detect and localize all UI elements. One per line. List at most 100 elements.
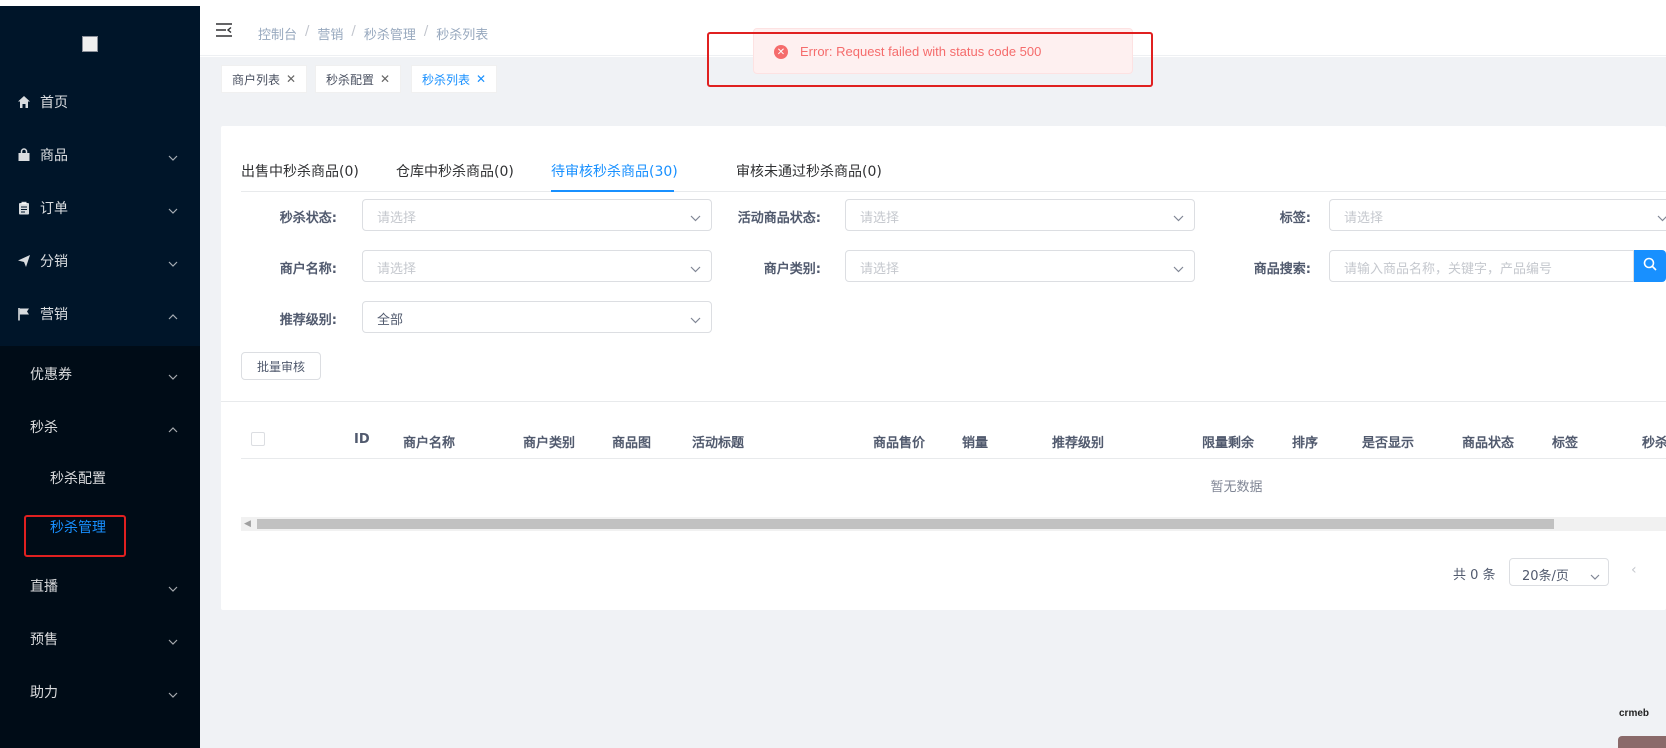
sidebar-item-presale[interactable]: 预售 [0,611,200,667]
tag-label: 秒杀列表 [422,72,471,87]
tab-pending-review[interactable]: 待审核秒杀商品(30) [551,161,678,181]
sidebar-item-live[interactable]: 直播 [0,558,200,614]
tag-merchant-list[interactable]: 商户列表 ✕ [221,65,308,93]
tag-label: 标签: [1279,211,1311,226]
sidebar-item-distribution[interactable]: 分销 [0,233,200,289]
product-search-input[interactable]: 请输入商品名称，关键字，产品编号 [1329,250,1634,282]
select-all-checkbox[interactable] [251,432,265,446]
table-header: ID 商户名称 商户类别 商品图 活动标题 商品售价 销量 推荐级别 限量剩余 … [241,419,1666,459]
tag-seckill-list[interactable]: 秒杀列表 ✕ [411,65,498,93]
column-header: 商户名称 [403,436,456,451]
chevron-down-icon [1590,569,1600,584]
search-button[interactable] [1634,250,1666,282]
bag-icon [16,147,32,163]
highlight-box [707,32,1153,87]
batch-review-button[interactable]: 批量审核 [241,352,321,380]
watermark-logo: crmeb [1619,708,1650,719]
tag-select[interactable]: 请选择 [1329,199,1666,231]
merchant-name-select[interactable]: 请选择 [362,250,712,282]
chevron-down-icon [168,149,178,165]
sidebar-item-label: 订单 [40,201,68,217]
recommend-level-label: 推荐级别: [279,313,337,328]
empty-state: 暂无数据 [221,476,1666,495]
activity-status-select[interactable]: 请选择 [845,199,1195,231]
pagination-total: 共 0 条 [1453,568,1496,583]
tab-warehouse[interactable]: 仓库中秒杀商品(0) [396,161,514,181]
horizontal-scrollbar[interactable]: ◀ [241,517,1666,531]
home-icon [16,94,32,110]
tabs: 出售中秒杀商品(0) 仓库中秒杀商品(0) 待审核秒杀商品(30) 审核未通过秒… [241,152,1666,192]
sidebar-item-coupon[interactable]: 优惠券 [0,346,200,402]
chevron-down-icon [1173,262,1184,277]
select-placeholder: 请选择 [860,262,900,277]
flag-icon [16,306,32,322]
prev-page-icon[interactable]: ‹ [1631,562,1637,578]
column-header: 秒杀 [1642,436,1666,451]
product-search-label: 商品搜索: [1253,262,1311,277]
sidebar-item-label: 优惠券 [30,367,72,383]
sidebar-item-marketing[interactable]: 营销 [0,286,200,342]
empty-text: 暂无数据 [1210,480,1263,495]
input-placeholder: 请输入商品名称，关键字，产品编号 [1344,262,1553,277]
sidebar-item-order[interactable]: 订单 [0,180,200,236]
merchant-type-label: 商户类别: [763,262,821,277]
column-header: 销量 [962,436,989,451]
sidebar-item-product[interactable]: 商品 [0,127,200,183]
sidebar-item-label: 分销 [40,254,68,270]
corner-widget[interactable] [1618,736,1666,748]
sidebar-item-home[interactable]: 首页 [0,74,200,130]
breadcrumb: 控制台 / 营销 / 秒杀管理 / 秒杀列表 [258,24,488,43]
page-size-select[interactable]: 20条/页 [1509,558,1609,586]
tab-active-indicator [551,190,674,192]
tag-label: 秒杀配置 [326,72,375,87]
sidebar-item-seckill-config[interactable]: 秒杀配置 [0,452,200,502]
menu-toggle-icon[interactable] [216,23,232,41]
breadcrumb-item[interactable]: 营销 [317,24,343,43]
tab-on-sale[interactable]: 出售中秒杀商品(0) [241,161,359,181]
column-header: 活动标题 [692,436,745,451]
chevron-down-icon [168,633,178,649]
column-header: 商品状态 [1462,436,1515,451]
sidebar-item-label: 秒杀配置 [50,471,106,487]
seckill-status-select[interactable]: 请选择 [362,199,712,231]
tag-seckill-config[interactable]: 秒杀配置 ✕ [315,65,402,93]
breadcrumb-item[interactable]: 控制台 [258,24,297,43]
chevron-down-icon [168,368,178,384]
sidebar-item-assist[interactable]: 助力 [0,664,200,720]
seckill-status-label: 秒杀状态: [279,211,337,226]
select-placeholder: 请选择 [377,262,417,277]
close-icon[interactable]: ✕ [476,72,486,86]
send-icon [16,253,32,269]
tab-review-failed[interactable]: 审核未通过秒杀商品(0) [736,161,882,181]
sidebar-item-seckill[interactable]: 秒杀 [0,399,200,455]
scrollbar-thumb[interactable] [257,519,1554,529]
chevron-down-icon [168,255,178,271]
column-header: 是否显示 [1362,436,1415,451]
app-root: 首页 商品 订单 分销 营销 优惠券 秒杀 秒杀配置 秒杀管理 直播 预售 助力… [0,0,1666,748]
main-card: 出售中秒杀商品(0) 仓库中秒杀商品(0) 待审核秒杀商品(30) 审核未通过秒… [221,126,1666,610]
breadcrumb-separator: / [423,24,429,39]
divider [221,401,1666,402]
close-icon[interactable]: ✕ [286,72,296,86]
sidebar-item-label: 秒杀 [30,420,58,436]
chevron-up-icon [168,308,178,324]
merchant-type-select[interactable]: 请选择 [845,250,1195,282]
search-icon [1643,257,1657,275]
close-icon[interactable]: ✕ [380,72,390,86]
column-header: 推荐级别 [1052,436,1105,451]
breadcrumb-separator: / [305,24,310,39]
breadcrumb-item[interactable]: 秒杀管理 [364,24,416,43]
chevron-down-icon [1657,211,1666,226]
column-header: 商户类别 [523,436,576,451]
breadcrumb-item: 秒杀列表 [436,28,489,43]
tag-label: 商户列表 [232,72,281,87]
column-header: 限量剩余 [1202,436,1255,451]
scroll-left-icon[interactable]: ◀ [244,519,251,529]
sidebar-item-label: 商品 [40,148,68,164]
chevron-down-icon [1173,211,1184,226]
sidebar-item-label: 营销 [40,307,68,323]
activity-status-label: 活动商品状态: [737,211,821,226]
column-header: 商品售价 [873,436,926,451]
chevron-down-icon [168,580,178,596]
recommend-level-select[interactable]: 全部 [362,301,712,333]
